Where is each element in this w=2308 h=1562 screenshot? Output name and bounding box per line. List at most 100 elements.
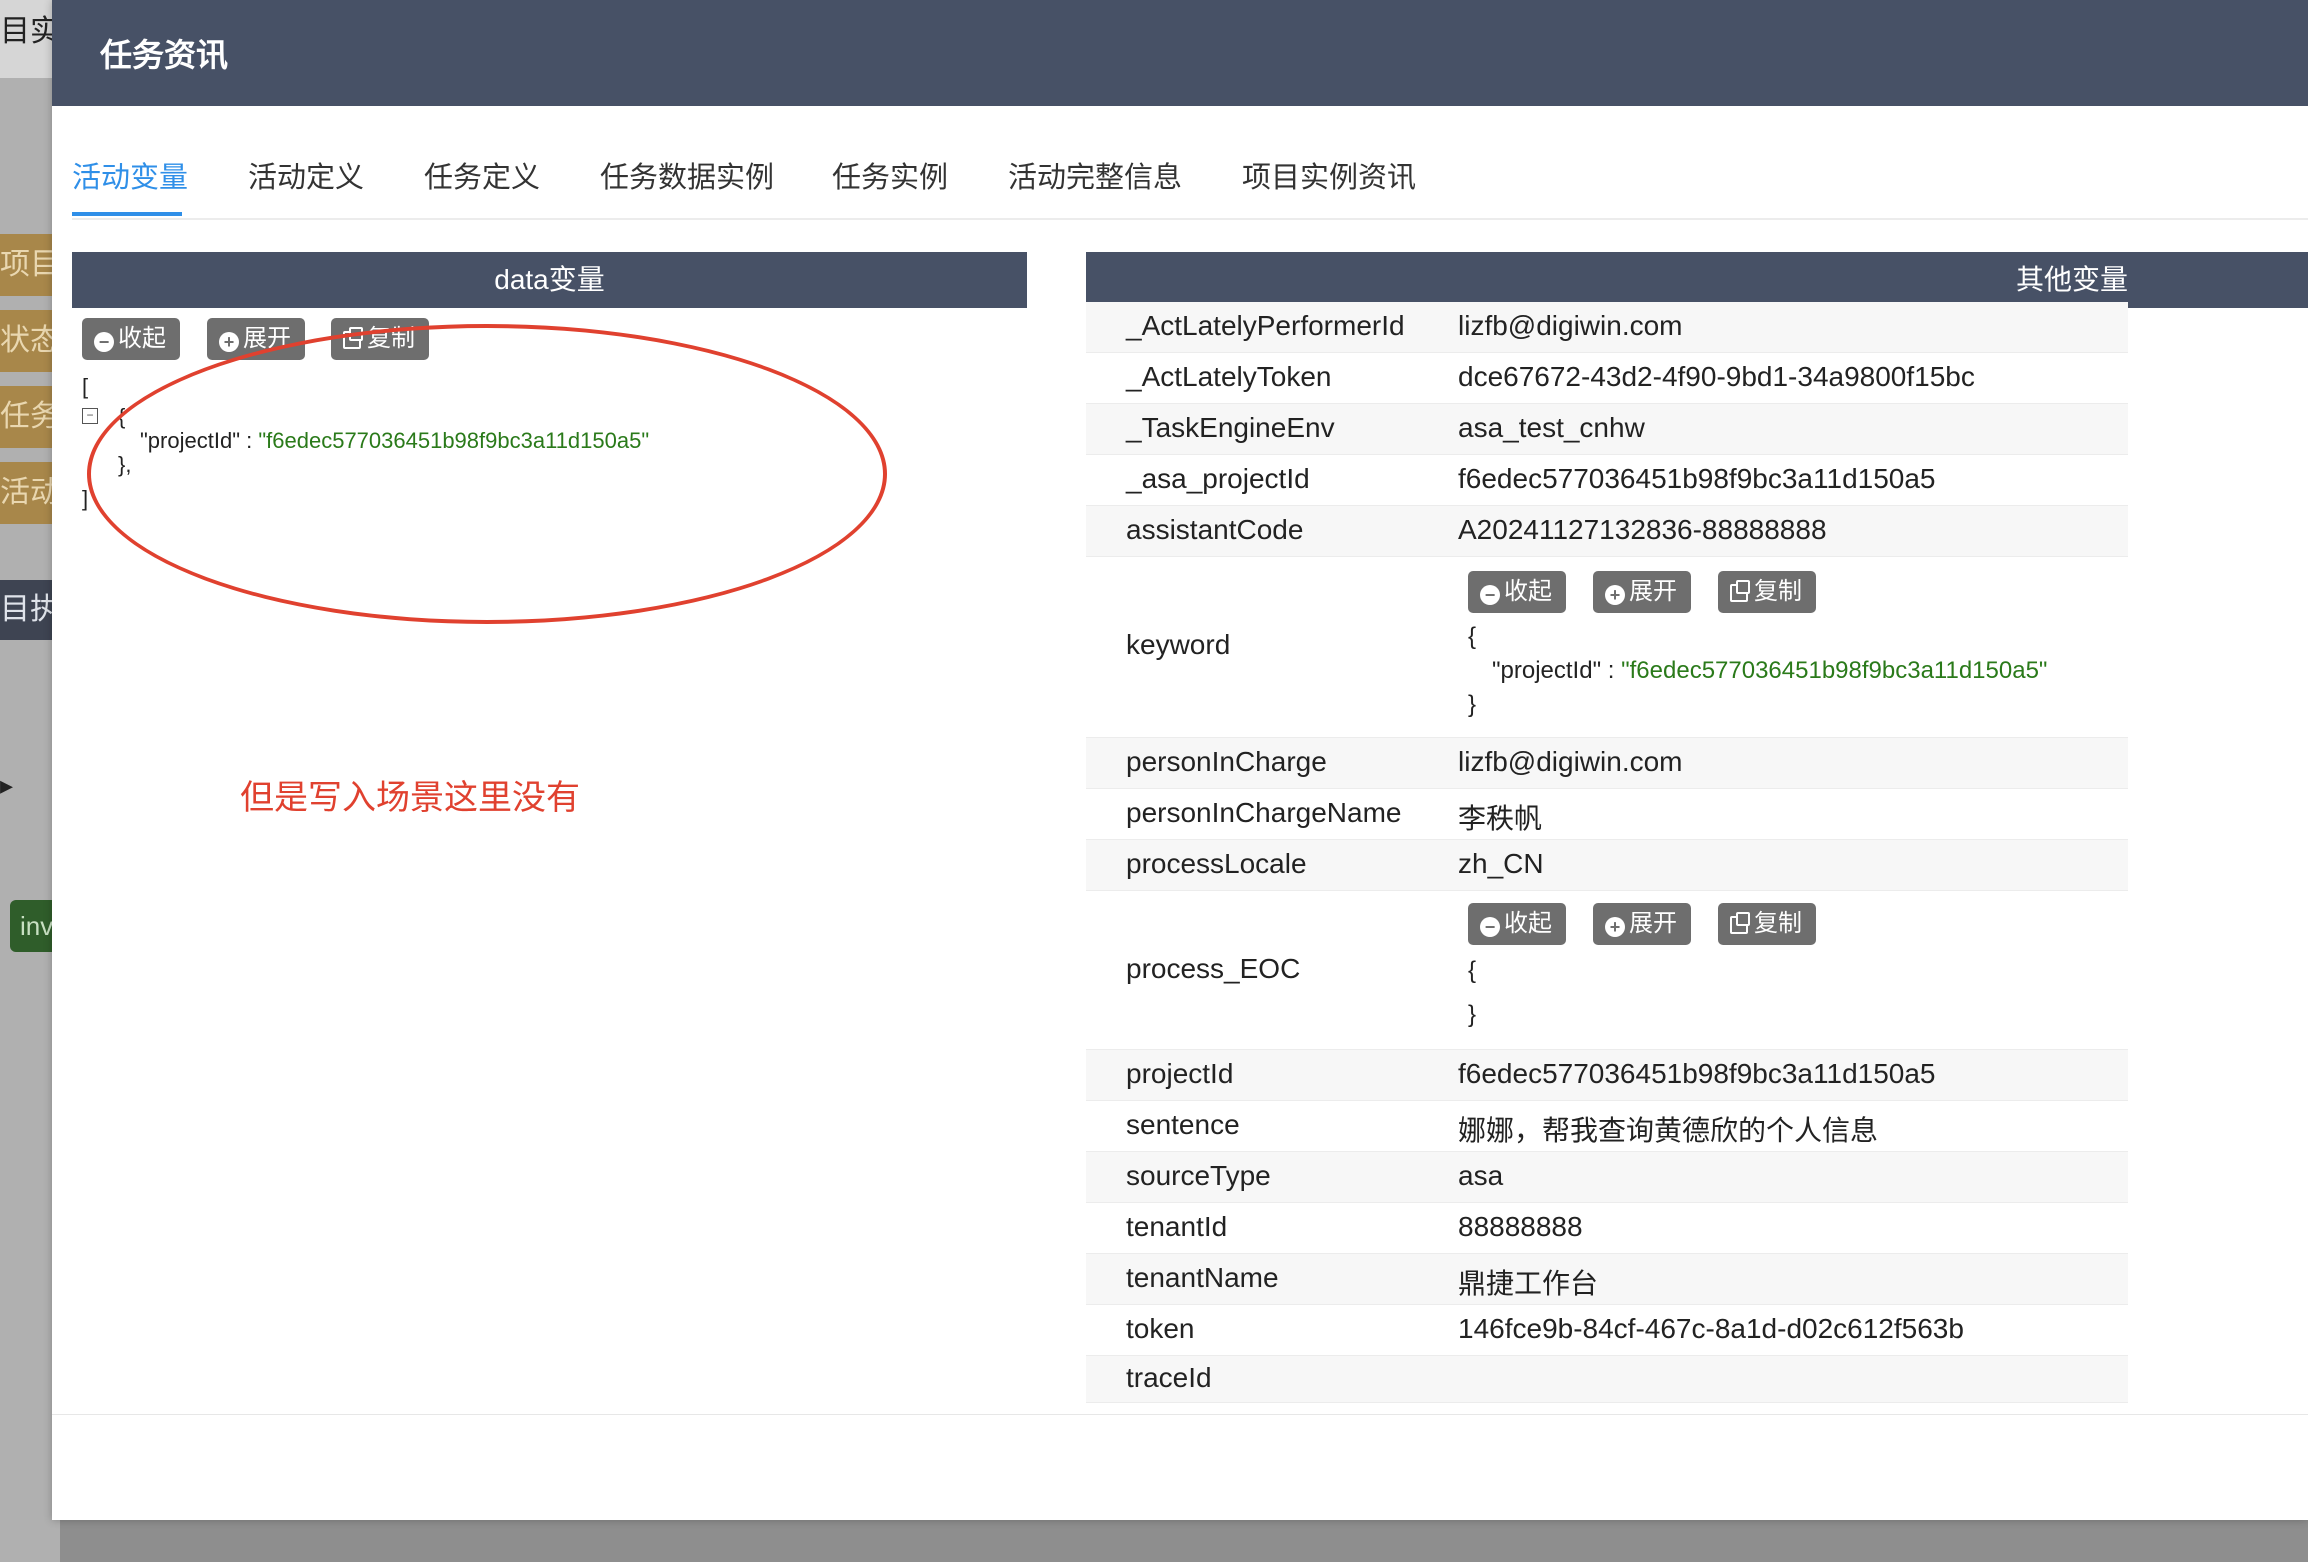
json-close-brace: }: [1468, 691, 1477, 718]
plus-circle-icon: +: [219, 332, 239, 352]
table-row: process_EOC − 收起 + 展开 复制 { }: [1086, 891, 2128, 1050]
tab-task-instance[interactable]: 任务实例: [832, 154, 948, 196]
expand-button-label: 展开: [1629, 910, 1677, 937]
variable-key: processLocale: [1126, 848, 1307, 879]
variable-value: f6edec577036451b98f9bc3a11d150a5: [1458, 1058, 1936, 1089]
variable-value: zh_CN: [1458, 848, 1544, 879]
tab-task-data-instance[interactable]: 任务数据实例: [600, 154, 774, 196]
expand-button[interactable]: + 展开: [207, 318, 305, 360]
variable-key: assistantCode: [1126, 514, 1304, 545]
variable-value: asa: [1458, 1160, 1504, 1191]
modal-header: 任务资讯: [52, 0, 2308, 106]
table-row: tenantId 88888888: [1086, 1203, 2128, 1254]
table-row: _ActLatelyToken dce67672-43d2-4f90-9bd1-…: [1086, 353, 2128, 404]
variable-value: 88888888: [1458, 1211, 1583, 1242]
chevron-right-icon: ▸: [0, 770, 14, 800]
minus-circle-icon: −: [1480, 917, 1500, 937]
json-value: "f6edec577036451b98f9bc3a11d150a5": [1621, 657, 2048, 684]
variable-value: 李秩帆: [1458, 803, 1543, 834]
other-variables-header: 其他变量: [1086, 252, 2308, 308]
variable-value: lizfb@digiwin.com: [1458, 746, 1683, 777]
annotation-ellipse: [87, 324, 887, 624]
collapse-button-label: 收起: [1504, 910, 1552, 937]
table-row: _asa_projectId f6edec577036451b98f9bc3a1…: [1086, 455, 2128, 506]
keyword-copy-button[interactable]: 复制: [1718, 571, 1816, 613]
active-tab-indicator: [72, 212, 182, 216]
json-open-bracket: [: [82, 374, 89, 399]
variable-value: 146fce9b-84cf-467c-8a1d-d02c612f563b: [1458, 1313, 1964, 1344]
copy-icon: [1730, 580, 1750, 602]
json-collapse-toggle[interactable]: −: [82, 408, 98, 424]
table-row: projectId f6edec577036451b98f9bc3a11d150…: [1086, 1050, 2128, 1101]
variable-value: f6edec577036451b98f9bc3a11d150a5: [1458, 463, 1936, 494]
table-row: tenantName 鼎捷工作台: [1086, 1254, 2128, 1305]
table-row: traceId: [1086, 1356, 2128, 1403]
tab-project-instance-info[interactable]: 项目实例资讯: [1242, 154, 1416, 196]
data-variables-header: data变量: [72, 252, 1027, 308]
variable-key: token: [1126, 1313, 1195, 1344]
variable-key: sentence: [1126, 1109, 1240, 1140]
tab-activity-full-info[interactable]: 活动完整信息: [1008, 154, 1182, 196]
json-entry: "projectId" : "f6edec577036451b98f9bc3a1…: [1492, 657, 2047, 685]
table-row: keyword − 收起 + 展开 复制 { "projectId" : "f6ed…: [1086, 557, 2128, 738]
variable-value: asa_test_cnhw: [1458, 412, 1645, 443]
background-header-text: 目实: [0, 15, 60, 48]
eoc-expand-button[interactable]: + 展开: [1593, 903, 1691, 945]
copy-button-label: 复制: [1754, 578, 1802, 605]
variable-key: personInChargeName: [1126, 797, 1402, 828]
background-nav-item: 目执: [0, 580, 60, 640]
tab-activity-variables[interactable]: 活动变量: [72, 154, 188, 196]
tab-task-definition[interactable]: 任务定义: [424, 154, 540, 196]
json-close-brace: },: [118, 452, 132, 477]
modal-body: 活动变量 活动定义 任务定义 任务数据实例 任务实例 活动完整信息 项目实例资讯…: [52, 106, 2308, 1414]
keyword-collapse-button[interactable]: − 收起: [1468, 571, 1566, 613]
keyword-expand-button[interactable]: + 展开: [1593, 571, 1691, 613]
variable-key: _ActLatelyPerformerId: [1126, 310, 1405, 341]
variable-key: process_EOC: [1126, 953, 1301, 984]
json-separator: :: [1601, 657, 1622, 684]
table-row: assistantCode A20241127132836-88888888: [1086, 506, 2128, 557]
minus-circle-icon: −: [1480, 585, 1500, 605]
expand-button-label: 展开: [243, 325, 291, 352]
variable-key: tenantId: [1126, 1211, 1228, 1242]
variable-key: projectId: [1126, 1058, 1234, 1089]
plus-circle-icon: +: [1605, 917, 1625, 937]
collapse-button-label: 收起: [1504, 578, 1552, 605]
json-key: "projectId": [140, 428, 240, 453]
minus-circle-icon: −: [94, 332, 114, 352]
table-row: sourceType asa: [1086, 1152, 2128, 1203]
json-open-brace: {: [118, 404, 126, 429]
json-value: "f6edec577036451b98f9bc3a11d150a5": [258, 428, 650, 453]
table-row: _TaskEngineEnv asa_test_cnhw: [1086, 404, 2128, 455]
variable-key: _asa_projectId: [1126, 463, 1310, 494]
other-variables-title: 其他变量: [2015, 264, 2128, 295]
variable-key: traceId: [1126, 1362, 1212, 1393]
background-header: 目实: [0, 0, 60, 78]
eoc-copy-button[interactable]: 复制: [1718, 903, 1816, 945]
copy-button-label: 复制: [1754, 910, 1802, 937]
collapse-button[interactable]: − 收起: [82, 318, 180, 360]
variables-table: _ActLatelyPerformerId lizfb@digiwin.com …: [1086, 302, 2128, 1403]
copy-button-label: 复制: [367, 325, 415, 352]
tab-activity-definition[interactable]: 活动定义: [248, 154, 364, 196]
tab-bar: 活动变量 活动定义 任务定义 任务数据实例 任务实例 活动完整信息 项目实例资讯: [72, 106, 2308, 220]
background-tag: 状态: [0, 310, 60, 372]
json-open-brace: {: [1468, 957, 1477, 984]
background-tag: 任务: [0, 386, 60, 448]
copy-icon: [1730, 912, 1750, 934]
eoc-collapse-button[interactable]: − 收起: [1468, 903, 1566, 945]
table-row: processLocale zh_CN: [1086, 840, 2128, 891]
table-row: sentence 娜娜，帮我查询黄德欣的个人信息: [1086, 1101, 2128, 1152]
variable-key: _TaskEngineEnv: [1126, 412, 1335, 443]
copy-icon: [343, 327, 363, 349]
variable-key: personInCharge: [1126, 746, 1327, 777]
table-row: token 146fce9b-84cf-467c-8a1d-d02c612f56…: [1086, 1305, 2128, 1356]
json-entry: "projectId" : "f6edec577036451b98f9bc3a1…: [140, 428, 649, 454]
variable-value: A20241127132836-88888888: [1458, 514, 1827, 545]
variable-value: 鼎捷工作台: [1458, 1268, 1599, 1299]
variable-key: keyword: [1126, 629, 1231, 660]
annotation-note: 但是写入场景这里没有: [240, 779, 580, 817]
modal-title: 任务资讯: [100, 37, 229, 73]
table-row: personInCharge lizfb@digiwin.com: [1086, 738, 2128, 789]
copy-button[interactable]: 复制: [331, 318, 429, 360]
